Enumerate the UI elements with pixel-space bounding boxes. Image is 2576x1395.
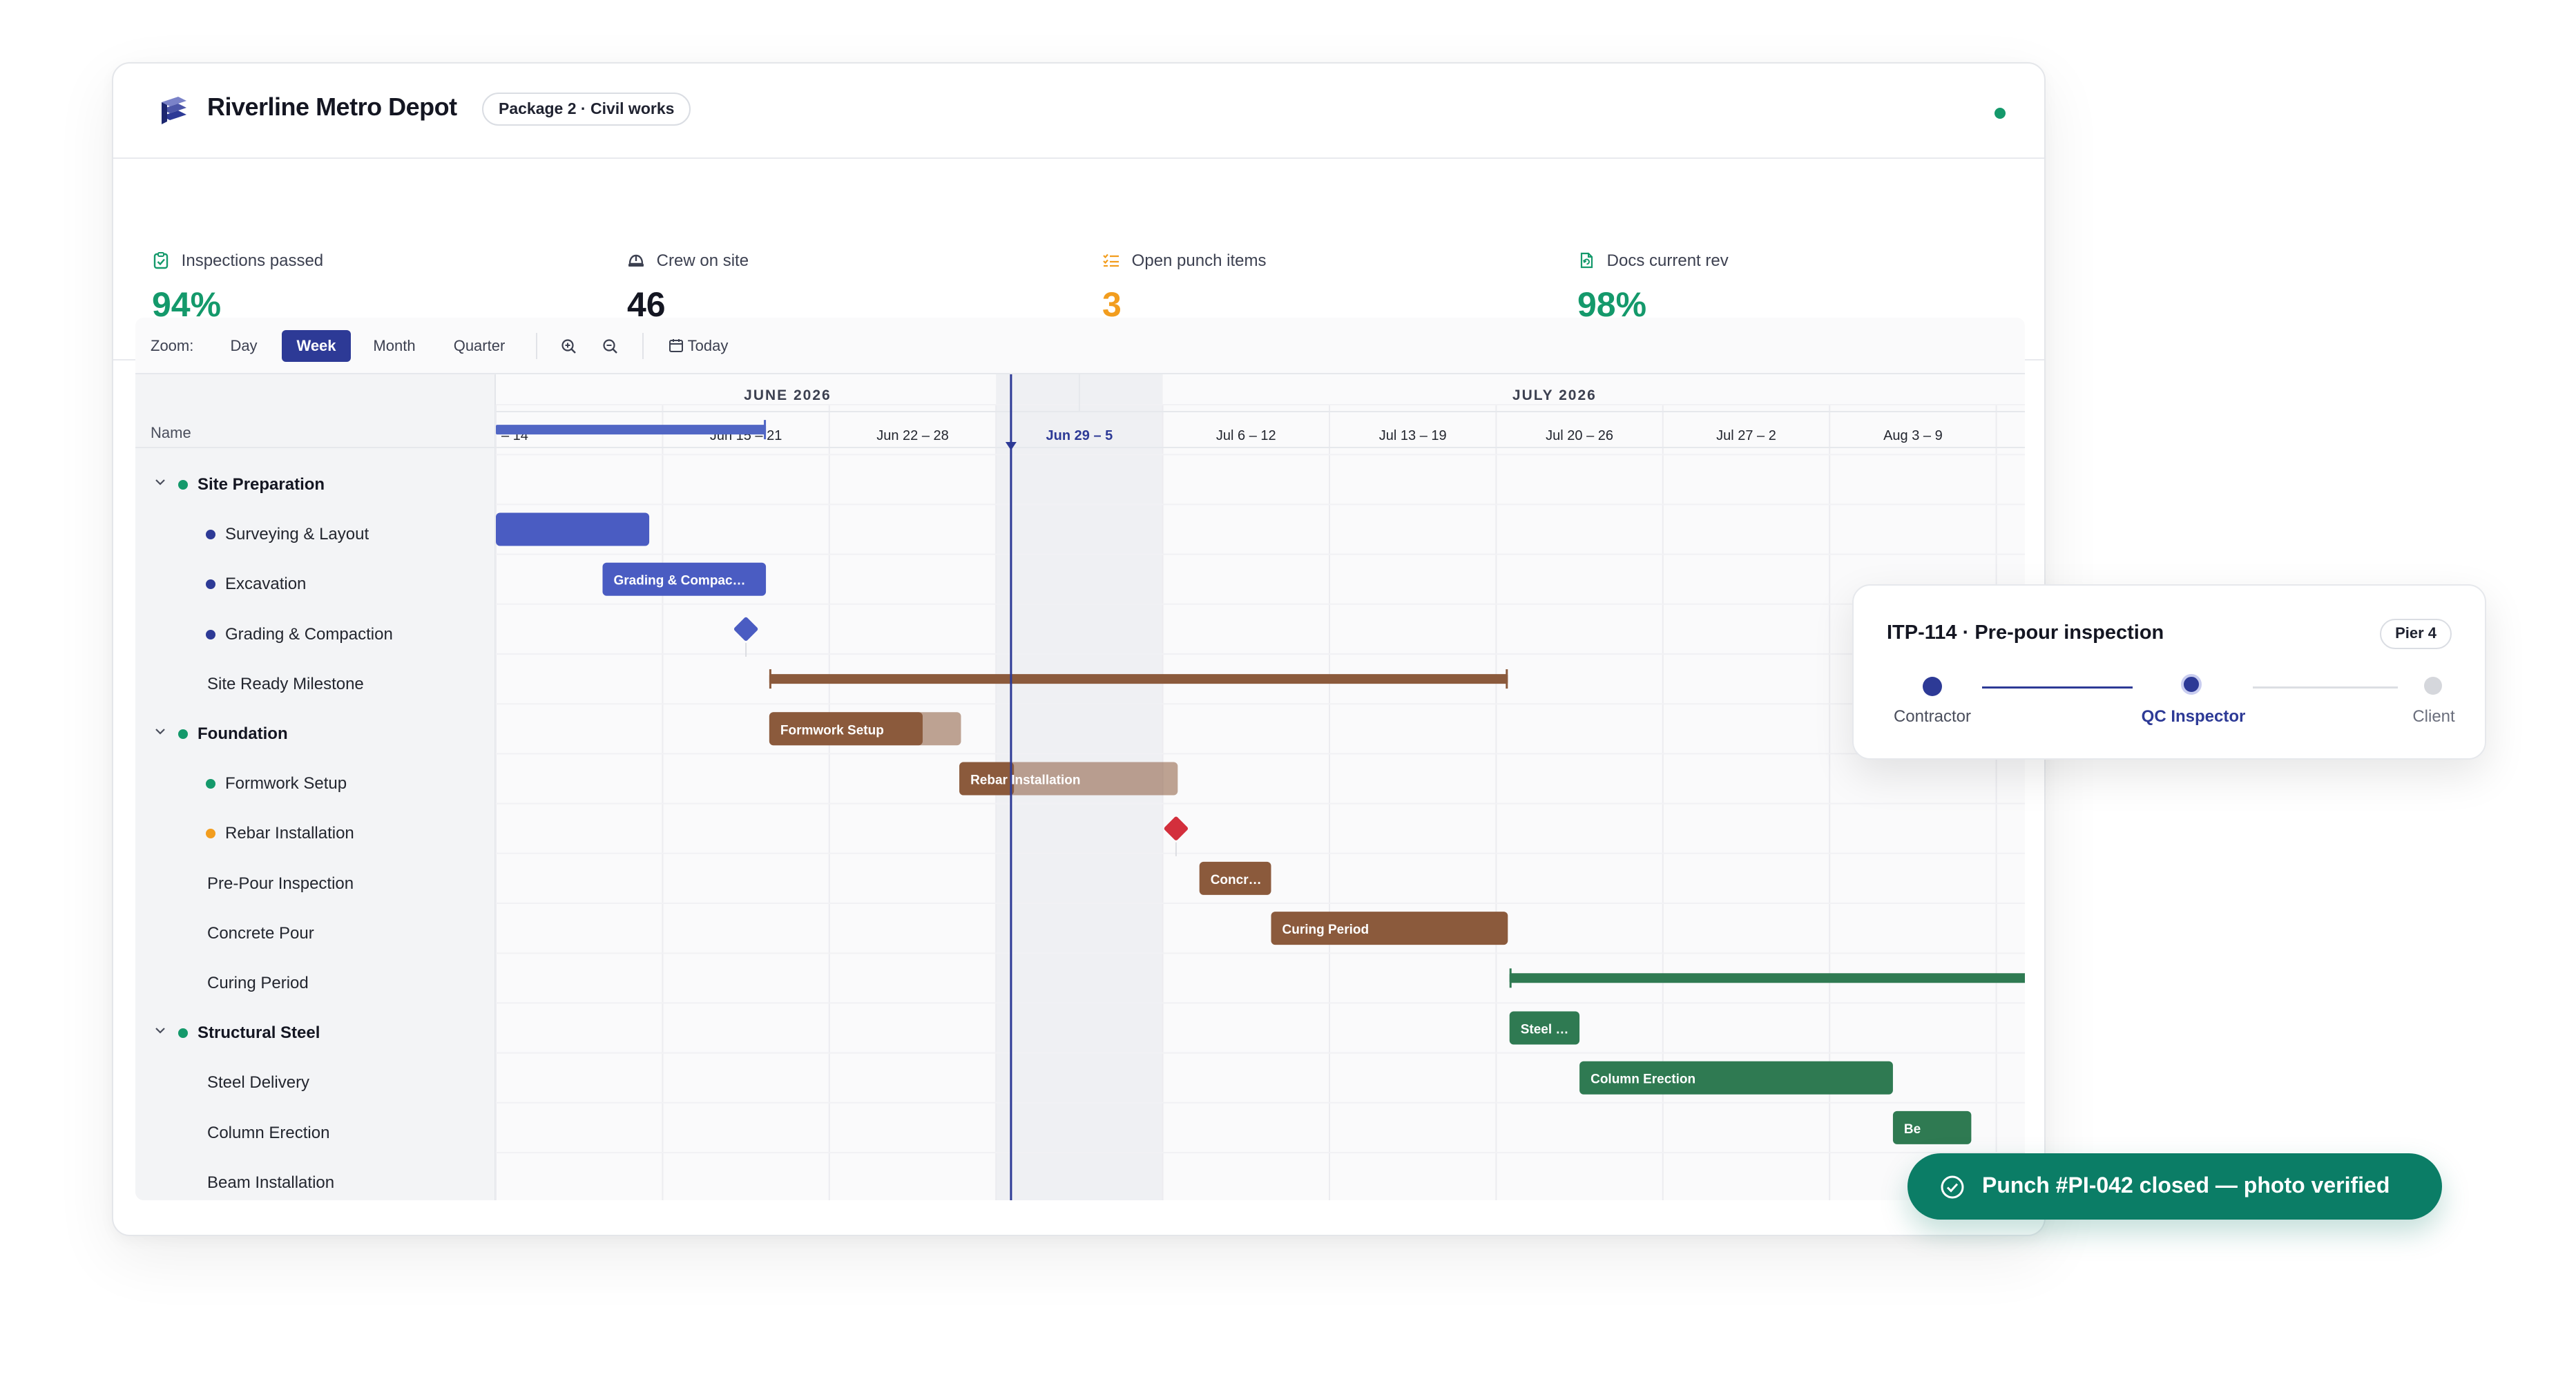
task-bar[interactable]: Grading & Compac… xyxy=(602,562,767,596)
task-bar[interactable]: Formwork Setup xyxy=(769,712,961,746)
summary-bar xyxy=(496,425,767,435)
summary-bar-end-cap xyxy=(764,420,767,440)
task-bar[interactable]: Curing Period xyxy=(1271,912,1508,945)
kpi-label: Open punch items xyxy=(1131,251,1267,270)
inspection-popover[interactable]: ITP-114 · Pre-pour inspection Pier 4 Con… xyxy=(1852,584,2486,760)
toast-notification[interactable]: Punch #PI-042 closed — photo verified xyxy=(1907,1153,2442,1220)
check-circle-icon xyxy=(1941,1175,1964,1199)
task-bar-label: Concr… xyxy=(1211,873,1262,887)
summary-bar-end-cap xyxy=(1506,669,1508,689)
month-label: JUNE 2026 xyxy=(744,387,832,403)
task-bar-label: Grading & Compac… xyxy=(613,574,745,588)
step-current-dot xyxy=(2181,674,2202,695)
week-label: Jul 13 – 19 xyxy=(1379,428,1447,443)
summary-bar-start-cap xyxy=(1509,968,1512,988)
task-bar-label: Be xyxy=(1904,1122,1921,1137)
week-label: Jun 22 – 28 xyxy=(876,428,949,443)
task-bar-label: Formwork Setup xyxy=(780,723,884,738)
gantt-chart: JUNE 2026 JULY 2026– 14 Jun 15 – 21 Jun 22 … xyxy=(135,374,2025,1200)
clipboard-check-icon xyxy=(153,252,169,269)
task-bar[interactable]: Steel … xyxy=(1509,1011,1580,1045)
week-label: Jul 6 – 12 xyxy=(1216,428,1276,443)
kpi-label: Crew on site xyxy=(656,251,749,270)
milestone-diamond xyxy=(733,617,758,642)
task-bar-label: Column Erection xyxy=(1590,1072,1695,1087)
toast-message: Punch #PI-042 closed — photo verified xyxy=(1982,1173,2390,1197)
task-bar[interactable]: Be xyxy=(1892,1110,1972,1144)
kpi-label: Inspections passed xyxy=(181,251,324,270)
milestone-diamond xyxy=(1164,816,1189,840)
step-label: Client xyxy=(2412,707,2455,726)
task-bar-label: Rebar Installation xyxy=(970,773,1080,788)
inspection-title: ITP-114 · Pre-pour inspection xyxy=(1887,622,2164,644)
step-label: QC Inspector xyxy=(2141,707,2246,726)
gantt-panel: Zoom: Day Week Month Quarter Today Name … xyxy=(135,318,2025,1200)
week-label: Jul 20 – 26 xyxy=(1546,428,1613,443)
step-label: Contractor xyxy=(1893,707,1972,726)
summary-bar xyxy=(769,674,1508,684)
task-bar-label: Curing Period xyxy=(1282,923,1369,937)
task-bar[interactable]: Concr… xyxy=(1199,861,1271,895)
project-card: Riverline Metro Depot Package 2 · Civil … xyxy=(112,62,2046,1236)
kpi-label: Docs current rev xyxy=(1606,251,1729,270)
project-header: Riverline Metro Depot Package 2 · Civil … xyxy=(113,64,2044,159)
progress-line-complete xyxy=(1982,686,2133,689)
task-bar-label: Steel … xyxy=(1521,1023,1569,1037)
task-bar[interactable] xyxy=(496,512,650,546)
step-pending-dot xyxy=(2424,677,2442,695)
summary-bar xyxy=(1509,973,2025,983)
week-label: Jun 29 – 5 xyxy=(1046,428,1113,443)
hard-hat-icon xyxy=(628,254,644,267)
app-logo-icon xyxy=(162,97,186,124)
location-badge: Pier 4 xyxy=(2380,619,2452,649)
checklist-icon xyxy=(1103,253,1119,267)
task-bar[interactable]: Column Erection xyxy=(1579,1061,1893,1095)
package-badge[interactable]: Package 2 · Civil works xyxy=(482,93,691,126)
project-title: Riverline Metro Depot xyxy=(207,93,457,121)
task-bar[interactable]: Rebar Installation xyxy=(959,762,1178,796)
month-label: JULY 2026 xyxy=(1512,387,1597,403)
document-sync-icon xyxy=(1580,252,1593,269)
task-bar-fill xyxy=(496,512,650,546)
week-label: Jul 27 – 2 xyxy=(1716,428,1776,443)
summary-bar-start-cap xyxy=(769,669,771,689)
sync-status-dot xyxy=(1995,108,2006,119)
progress-line-pending xyxy=(2253,686,2398,689)
step-done-dot xyxy=(1923,677,1942,696)
week-label: Aug 3 – 9 xyxy=(1883,428,1943,443)
